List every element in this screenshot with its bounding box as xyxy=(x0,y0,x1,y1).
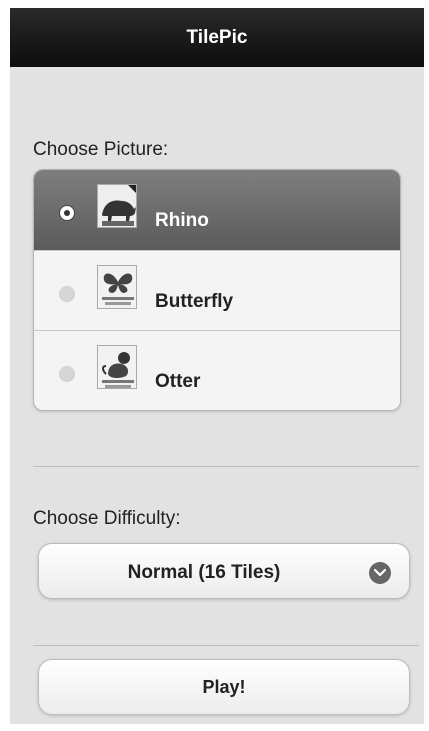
radio-button[interactable] xyxy=(59,205,75,221)
choose-picture-label: Choose Picture: xyxy=(33,139,169,160)
picture-option-otter[interactable]: Otter xyxy=(34,330,400,410)
app-header: TilePic xyxy=(10,8,424,67)
section-divider xyxy=(33,466,419,467)
difficulty-select[interactable]: Normal (16 Tiles) xyxy=(38,543,410,599)
radio-button[interactable] xyxy=(59,366,75,382)
rhino-icon xyxy=(97,184,137,228)
picture-option-butterfly[interactable]: Butterfly xyxy=(34,250,400,330)
otter-icon xyxy=(97,345,137,389)
picture-option-label: Otter xyxy=(155,371,201,392)
picture-option-label: Butterfly xyxy=(155,291,234,312)
butterfly-icon xyxy=(97,265,137,309)
difficulty-selected-value: Normal (16 Tiles) xyxy=(127,562,281,583)
picture-list: Rhino Butterfly Otter xyxy=(33,169,401,411)
picture-option-rhino[interactable]: Rhino xyxy=(34,170,400,250)
app-title: TilePic xyxy=(186,26,248,48)
picture-option-label: Rhino xyxy=(155,210,209,231)
play-button[interactable]: Play! xyxy=(38,659,410,715)
section-divider xyxy=(33,645,419,646)
radio-button[interactable] xyxy=(59,286,75,302)
choose-difficulty-label: Choose Difficulty: xyxy=(33,508,181,529)
chevron-down-icon xyxy=(369,562,391,584)
app-screen: TilePic Choose Picture: Rhino Butterfly … xyxy=(10,8,424,724)
